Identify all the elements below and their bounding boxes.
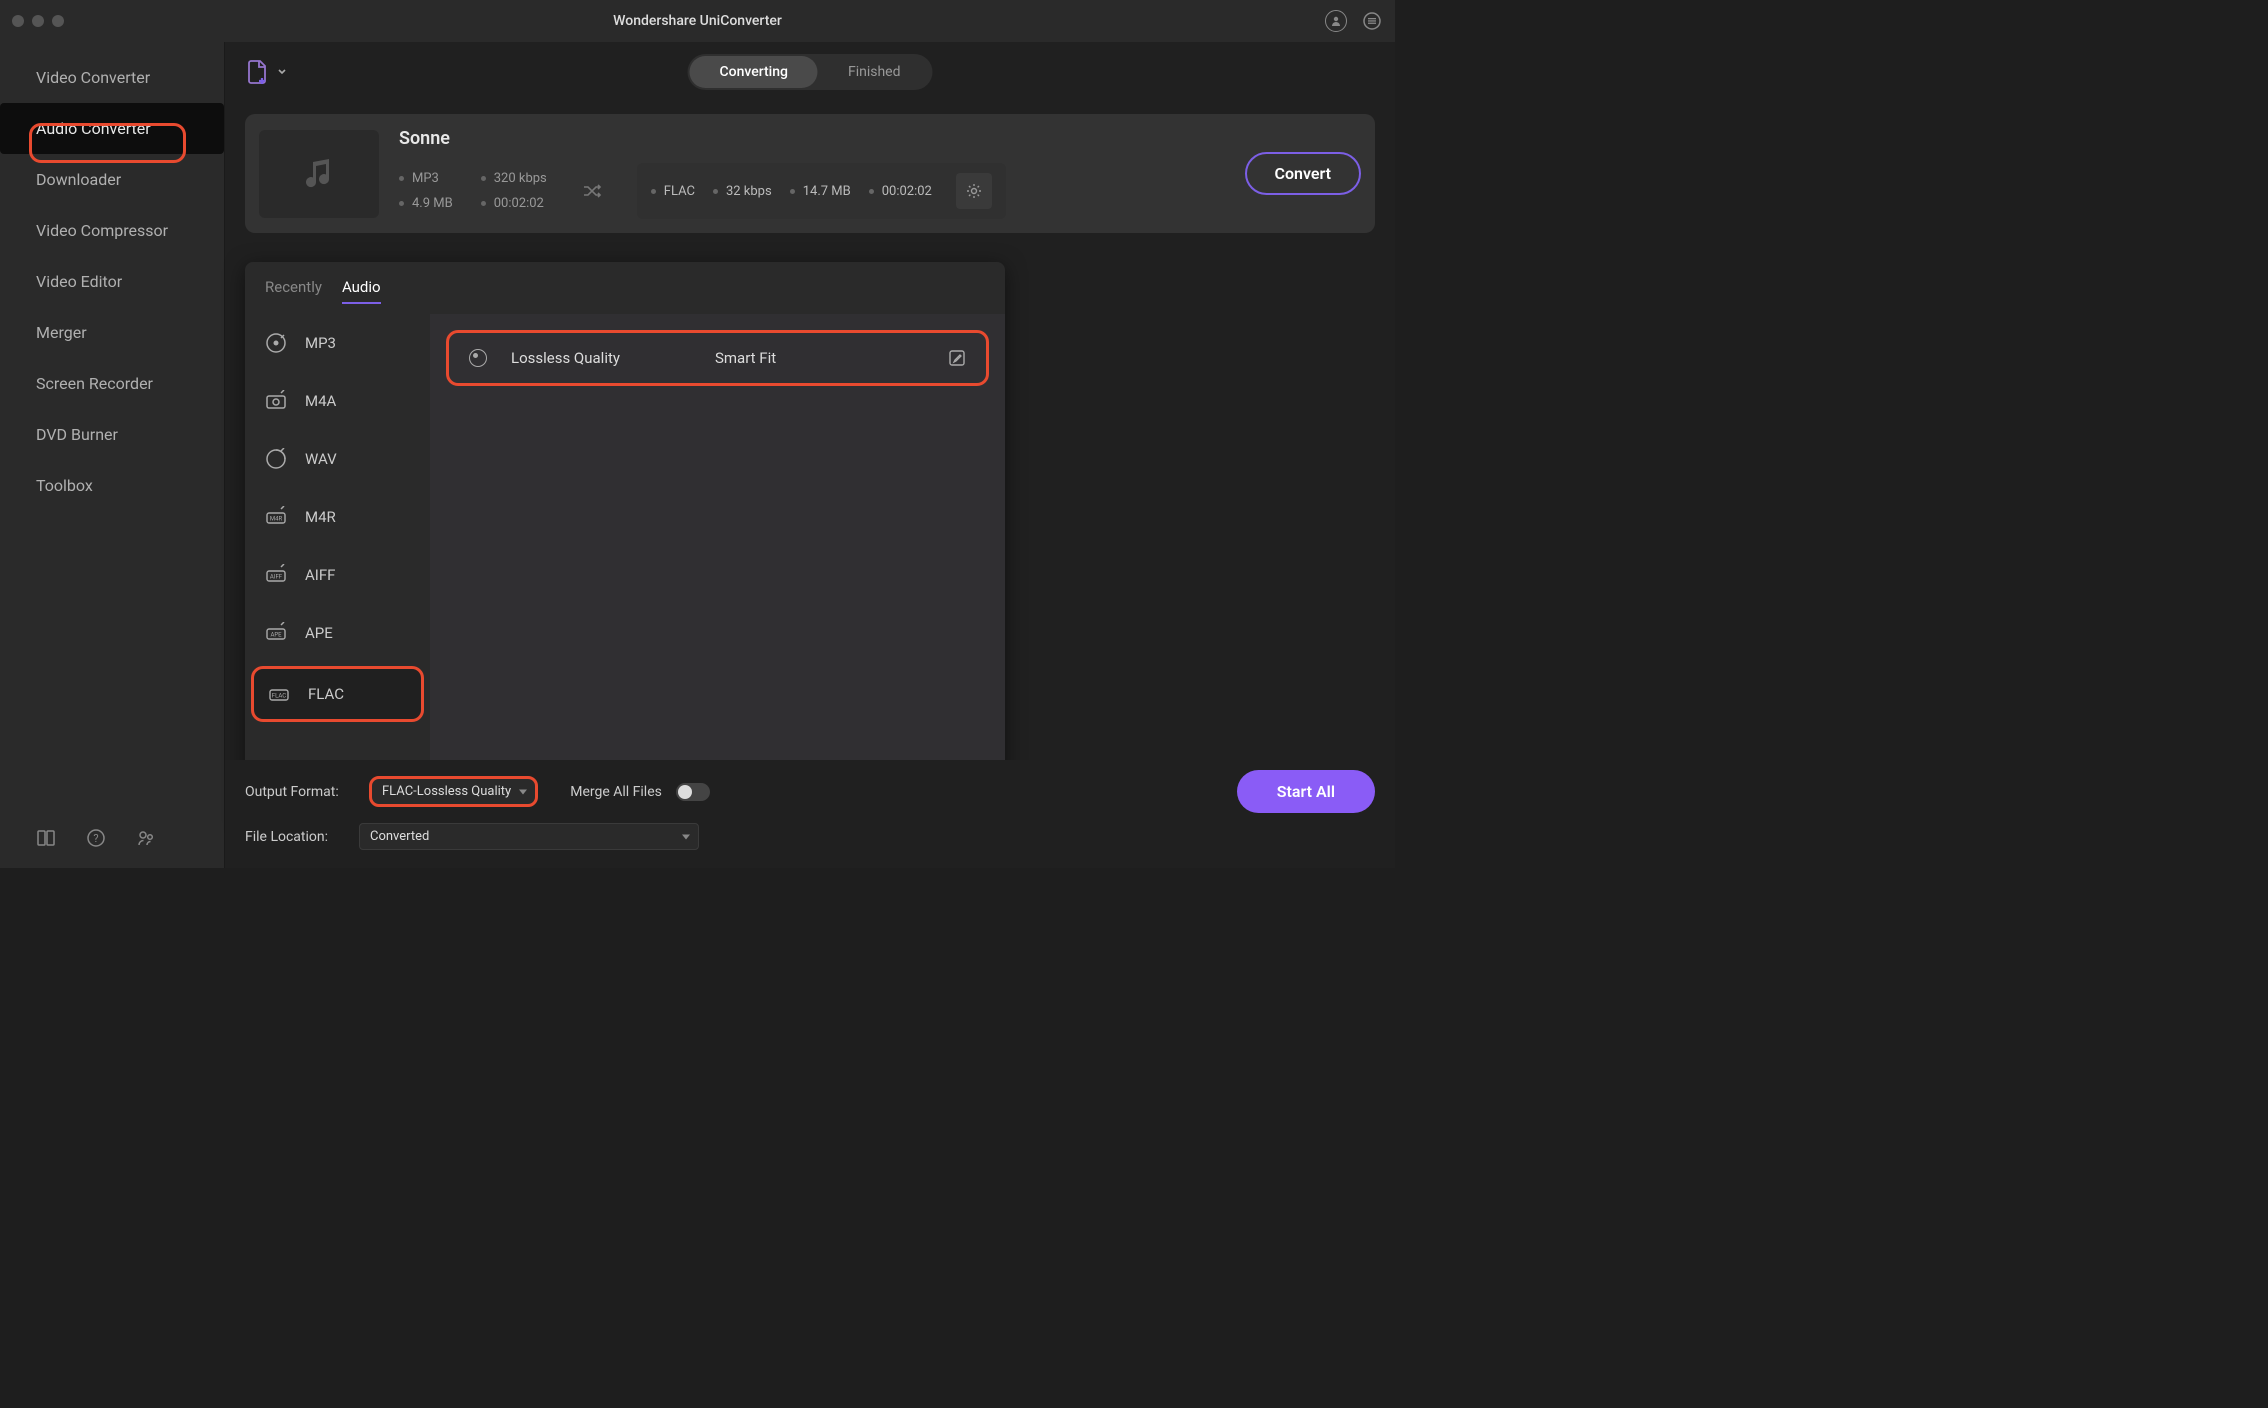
m4r-badge-icon: M4R [265, 506, 287, 528]
community-icon[interactable] [136, 828, 156, 848]
svg-text:M4R: M4R [270, 516, 283, 523]
svg-text:APE: APE [270, 632, 282, 639]
sidebar-item-downloader[interactable]: Downloader [0, 154, 224, 205]
flac-badge-icon: FLAC [268, 683, 290, 705]
tab-converting[interactable]: Converting [689, 56, 817, 88]
file-item: Sonne MP3 4.9 MB 320 kbps 00:02:02 FLAC … [245, 114, 1375, 233]
aiff-badge-icon: AIFF [265, 564, 287, 586]
sidebar-item-video-compressor[interactable]: Video Compressor [0, 205, 224, 256]
format-item-mp3[interactable]: MP3 [245, 314, 430, 372]
format-item-m4a[interactable]: M4A [245, 372, 430, 430]
format-label: M4A [305, 392, 336, 410]
format-item-ape[interactable]: APE APE [245, 604, 430, 662]
format-item-aiff[interactable]: AIFF AIFF [245, 546, 430, 604]
svg-text:AIFF: AIFF [270, 574, 283, 581]
maximize-window-button[interactable] [52, 15, 64, 27]
minimize-window-button[interactable] [32, 15, 44, 27]
sidebar-item-audio-converter[interactable]: Audio Converter [0, 103, 224, 154]
close-window-button[interactable] [12, 15, 24, 27]
gear-icon [966, 183, 982, 199]
format-item-flac[interactable]: FLAC FLAC [251, 666, 424, 722]
output-format-dropdown[interactable]: FLAC-Lossless Quality [369, 776, 538, 807]
sidebar: Video Converter Audio Converter Download… [0, 42, 225, 868]
titlebar: Wondershare UniConverter [0, 0, 1395, 42]
tab-finished[interactable]: Finished [818, 56, 931, 88]
quality-disc-icon [469, 349, 487, 367]
file-thumbnail[interactable] [259, 130, 379, 218]
ape-badge-icon: APE [265, 622, 287, 644]
output-format: FLAC [651, 184, 695, 199]
menu-icon[interactable] [1361, 10, 1383, 32]
start-all-button[interactable]: Start All [1237, 770, 1375, 813]
panel-tab-audio[interactable]: Audio [342, 278, 381, 304]
format-list: MP3 M4A WAV M4R M4R AIFF [245, 314, 430, 764]
disc-icon [265, 332, 287, 354]
book-icon[interactable] [36, 828, 56, 848]
help-icon[interactable]: ? [86, 828, 106, 848]
output-bitrate: 32 kbps [713, 184, 772, 199]
svg-text:FLAC: FLAC [272, 693, 286, 700]
format-panel: Recently Audio MP3 M4A WAV [245, 262, 1005, 822]
input-bitrate: 320 kbps [481, 171, 547, 186]
format-item-wav[interactable]: WAV [245, 430, 430, 488]
edit-icon[interactable] [948, 349, 966, 367]
sidebar-item-dvd-burner[interactable]: DVD Burner [0, 409, 224, 460]
account-icon[interactable] [1325, 10, 1347, 32]
quality-preset-row[interactable]: Lossless Quality Smart Fit [446, 330, 989, 386]
sidebar-item-video-editor[interactable]: Video Editor [0, 256, 224, 307]
format-label: AIFF [305, 566, 335, 584]
quality-label: Lossless Quality [511, 349, 691, 367]
file-location-dropdown[interactable]: Converted [359, 823, 699, 850]
format-label: MP3 [305, 334, 336, 352]
format-label: M4R [305, 508, 336, 526]
bottom-bar: Output Format: FLAC-Lossless Quality Mer… [225, 760, 1395, 868]
sidebar-item-toolbox[interactable]: Toolbox [0, 460, 224, 511]
merge-toggle[interactable] [676, 783, 710, 801]
camera-icon [265, 390, 287, 412]
file-title: Sonne [399, 128, 1225, 149]
convert-button[interactable]: Convert [1245, 152, 1362, 195]
add-file-icon [245, 59, 271, 85]
segment-control: Converting Finished [687, 54, 932, 90]
quality-fit: Smart Fit [715, 349, 776, 367]
svg-text:?: ? [93, 832, 98, 845]
input-size: 4.9 MB [399, 196, 453, 211]
sidebar-item-screen-recorder[interactable]: Screen Recorder [0, 358, 224, 409]
disc-icon [265, 448, 287, 470]
output-settings-button[interactable] [956, 173, 992, 209]
quality-area: Lossless Quality Smart Fit [430, 314, 1005, 764]
app-title: Wondershare UniConverter [613, 13, 782, 29]
sidebar-item-video-converter[interactable]: Video Converter [0, 52, 224, 103]
panel-tab-recently[interactable]: Recently [265, 278, 322, 304]
output-duration: 00:02:02 [869, 184, 932, 199]
format-label: WAV [305, 450, 337, 468]
file-location-label: File Location: [245, 829, 345, 845]
format-label: FLAC [308, 685, 344, 703]
chevron-down-icon [277, 67, 287, 77]
output-size: 14.7 MB [790, 184, 851, 199]
format-label: APE [305, 624, 333, 642]
main-area: Converting Finished Sonne MP3 4.9 MB 320… [225, 42, 1395, 868]
sidebar-item-merger[interactable]: Merger [0, 307, 224, 358]
input-duration: 00:02:02 [481, 196, 547, 211]
music-note-icon [299, 154, 339, 194]
format-item-m4r[interactable]: M4R M4R [245, 488, 430, 546]
output-format-label: Output Format: [245, 784, 355, 800]
merge-all-label: Merge All Files [570, 784, 662, 800]
output-meta-box: FLAC 32 kbps 14.7 MB 00:02:02 [637, 163, 1006, 219]
add-file-button[interactable] [245, 59, 287, 85]
shuffle-icon [581, 180, 603, 202]
input-format: MP3 [399, 171, 453, 186]
